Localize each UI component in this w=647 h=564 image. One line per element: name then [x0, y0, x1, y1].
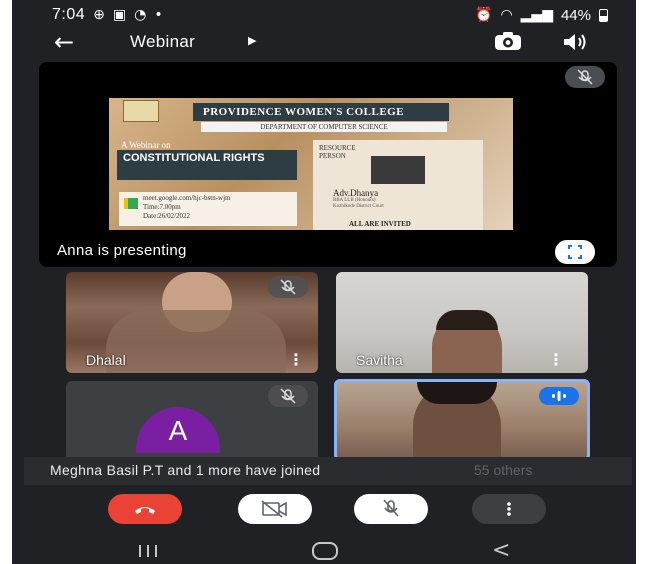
mic-off-icon [577, 69, 593, 85]
slide-webinar-on: A Webinar on [121, 140, 171, 150]
participant-hair [436, 310, 498, 330]
mute-badge [268, 385, 308, 407]
presentation-mute-badge [565, 66, 605, 88]
mic-off-icon [280, 388, 296, 404]
fullscreen-button[interactable] [555, 240, 595, 264]
back-arrow-icon[interactable]: ← [54, 28, 74, 56]
whatsapp-icon: ◔ [134, 7, 147, 23]
presenter-label: Anna is presenting [57, 242, 187, 259]
participant-tile-dhalal[interactable]: Dhalal ⋮ [66, 272, 318, 373]
slide-resource-person: RESOURCE PERSON [319, 144, 356, 160]
notification-dot-icon: • [154, 7, 163, 23]
more-vertical-icon [507, 502, 511, 516]
battery-icon [599, 8, 608, 22]
mute-badge [268, 276, 308, 298]
more-options-button[interactable] [472, 494, 546, 524]
phone-screen: 7:04 ⊕ ▣ ◔ • ⏰ ◠ ▂▄▆ 44% ← Webinar ▶ PRO… [12, 0, 636, 564]
meeting-top-bar: ← Webinar ▶ [12, 28, 636, 58]
status-time: 7:04 [52, 6, 86, 23]
participant-tile-savitha[interactable]: Savitha ⋮ [336, 272, 588, 373]
college-logo [123, 100, 159, 122]
slide-topic: CONSTITUTIONAL RIGHTS [117, 150, 297, 180]
more-vertical-icon[interactable]: ⋮ [288, 350, 304, 369]
slide-meet-link: meet.google.com/hjc-bstn-wjm [143, 194, 231, 202]
join-notification: Meghna Basil P.T and 1 more have joined … [24, 457, 632, 485]
meeting-title[interactable]: Webinar [130, 32, 195, 52]
camera-off-icon [261, 500, 287, 518]
signal-icon: ▂▄▆ [520, 7, 553, 23]
status-bar: 7:04 ⊕ ▣ ◔ • ⏰ ◠ ▂▄▆ 44% [12, 0, 636, 30]
presentation-tile[interactable]: PROVIDENCE WOMEN'S COLLEGE DEPARTMENT OF… [39, 62, 617, 267]
google-meet-icon [124, 198, 138, 209]
settings-cross-icon: ⊕ [93, 7, 105, 23]
participant-name: Dhalal [86, 352, 126, 368]
participant-name: Savitha [356, 352, 403, 368]
slide-time: Time:7.00pm [143, 203, 181, 211]
fullscreen-icon [568, 245, 582, 259]
slide-meeting-info: meet.google.com/hjc-bstn-wjm Time:7.00pm… [119, 192, 297, 226]
slide-college-name: PROVIDENCE WOMEN'S COLLEGE [193, 103, 449, 121]
participant-hair [417, 382, 497, 404]
battery-percent: 44% [560, 6, 591, 24]
caret-right-icon[interactable]: ▶ [248, 34, 256, 47]
join-message: Meghna Basil P.T and 1 more have joined [50, 462, 321, 478]
slide-invite: ALL ARE INVITED [349, 220, 411, 228]
switch-camera-icon[interactable] [492, 30, 524, 54]
mic-off-icon [280, 279, 296, 295]
system-nav-bar: < [12, 530, 636, 564]
speaker-icon[interactable] [560, 30, 590, 54]
end-call-button[interactable] [108, 494, 182, 524]
avatar: A [136, 407, 220, 453]
slide-speaker-credentials: BBA LLB (Honours) Kozhikode District Cou… [333, 198, 384, 210]
camera-toggle-button[interactable] [238, 494, 312, 524]
participant-tile-active-speaker[interactable] [334, 379, 590, 461]
slide-cred-line-2: Kozhikode District Court [333, 204, 384, 209]
phone-hangup-icon [135, 507, 155, 514]
others-count[interactable]: 55 others [474, 462, 532, 478]
wifi-icon: ◠ [500, 7, 513, 23]
slide-speaker-name: Adv.Dhanya [333, 188, 379, 198]
speaking-indicator [539, 387, 579, 405]
image-icon: ▣ [112, 7, 127, 23]
mic-off-icon [383, 499, 399, 517]
participant-tile-a[interactable]: A [66, 381, 318, 461]
slide-department: DEPARTMENT OF COMPUTER SCIENCE [201, 122, 447, 132]
home-icon[interactable] [312, 542, 338, 560]
alarm-icon: ⏰ [475, 7, 493, 23]
participant-scarf [106, 310, 286, 373]
speaker-photo [371, 156, 425, 184]
slide-date: Date:26/02/2022 [143, 212, 191, 220]
slide-resource-panel: RESOURCE PERSON Adv.Dhanya BBA LLB (Hono… [313, 140, 483, 230]
mic-toggle-button[interactable] [354, 494, 428, 524]
nav-back-icon[interactable]: < [492, 538, 510, 563]
shared-slide: PROVIDENCE WOMEN'S COLLEGE DEPARTMENT OF… [109, 98, 513, 230]
audio-wave-icon [552, 391, 566, 401]
more-vertical-icon[interactable]: ⋮ [548, 350, 564, 369]
recent-apps-icon[interactable] [136, 544, 160, 558]
